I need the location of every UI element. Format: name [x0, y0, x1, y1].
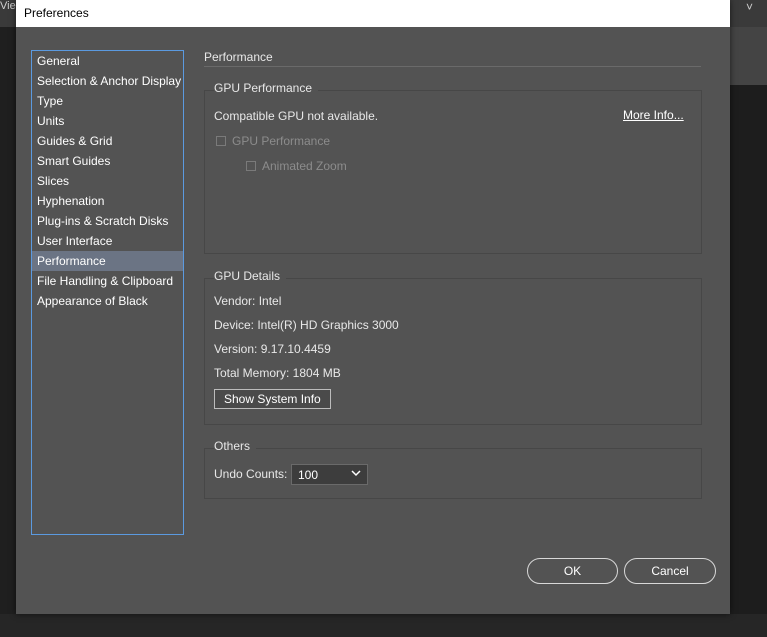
ok-button[interactable]: OK — [527, 558, 618, 584]
sidebar-item-file-handling-clipboard[interactable]: File Handling & Clipboard — [32, 271, 183, 291]
sidebar-item-selection-anchor-display[interactable]: Selection & Anchor Display — [32, 71, 183, 91]
sidebar-item-plugins-scratch-disks[interactable]: Plug-ins & Scratch Disks — [32, 211, 183, 231]
sidebar-item-performance[interactable]: Performance — [32, 251, 183, 271]
app-bottom-area — [0, 614, 767, 637]
animated-zoom-checkbox[interactable]: Animated Zoom — [246, 159, 347, 173]
gpu-status-text: Compatible GPU not available. — [214, 109, 379, 123]
section-title: Performance — [204, 50, 273, 64]
app-side-panel — [730, 27, 767, 85]
dialog-title: Preferences — [24, 6, 89, 20]
checkbox-box[interactable] — [246, 161, 256, 171]
undo-counts-value: 100 — [298, 468, 319, 482]
chevron-down-icon — [351, 470, 361, 477]
gpu-performance-checkbox-label: GPU Performance — [232, 134, 331, 148]
sidebar-item-general[interactable]: General — [32, 51, 183, 71]
show-system-info-button[interactable]: Show System Info — [214, 389, 331, 409]
more-info-link[interactable]: More Info... — [623, 108, 684, 122]
checkbox-box[interactable] — [216, 136, 226, 146]
others-group: Others Undo Counts: 100 — [204, 439, 702, 499]
sidebar-item-user-interface[interactable]: User Interface — [32, 231, 183, 251]
group-title-others: Others — [214, 439, 257, 453]
gpu-performance-group: GPU Performance Compatible GPU not avail… — [204, 81, 702, 254]
gpu-version-text: Version: 9.17.10.4459 — [214, 342, 331, 356]
preferences-dialog: Preferences General Selection & Anchor D… — [16, 0, 730, 614]
undo-counts-select[interactable]: 100 — [291, 464, 368, 485]
gpu-details-group: GPU Details Vendor: Intel Device: Intel(… — [204, 269, 702, 425]
sidebar-item-slices[interactable]: Slices — [32, 171, 183, 191]
group-title-gpu-performance: GPU Performance — [214, 81, 319, 95]
undo-counts-label: Undo Counts: — [214, 467, 288, 481]
sidebar-item-smart-guides[interactable]: Smart Guides — [32, 151, 183, 171]
gpu-memory-text: Total Memory: 1804 MB — [214, 366, 341, 380]
gpu-performance-checkbox[interactable]: GPU Performance — [216, 134, 330, 148]
sidebar-item-type[interactable]: Type — [32, 91, 183, 111]
section-divider — [204, 66, 701, 67]
gpu-device-text: Device: Intel(R) HD Graphics 3000 — [214, 318, 399, 332]
cancel-button[interactable]: Cancel — [624, 558, 716, 584]
sidebar-item-guides-grid[interactable]: Guides & Grid — [32, 131, 183, 151]
app-workspace — [730, 85, 767, 637]
animated-zoom-checkbox-label: Animated Zoom — [262, 159, 347, 173]
sidebar-item-hyphenation[interactable]: Hyphenation — [32, 191, 183, 211]
chevron-down-icon[interactable]: ˅ — [746, 0, 753, 14]
view-menu-fragment[interactable]: Vie — [0, 0, 16, 12]
dialog-titlebar[interactable]: Preferences — [16, 0, 730, 27]
sidebar-item-units[interactable]: Units — [32, 111, 183, 131]
group-title-gpu-details: GPU Details — [214, 269, 287, 283]
gpu-vendor-text: Vendor: Intel — [214, 294, 282, 308]
sidebar-item-appearance-of-black[interactable]: Appearance of Black — [32, 291, 183, 311]
preferences-sidebar: General Selection & Anchor Display Type … — [31, 50, 184, 535]
